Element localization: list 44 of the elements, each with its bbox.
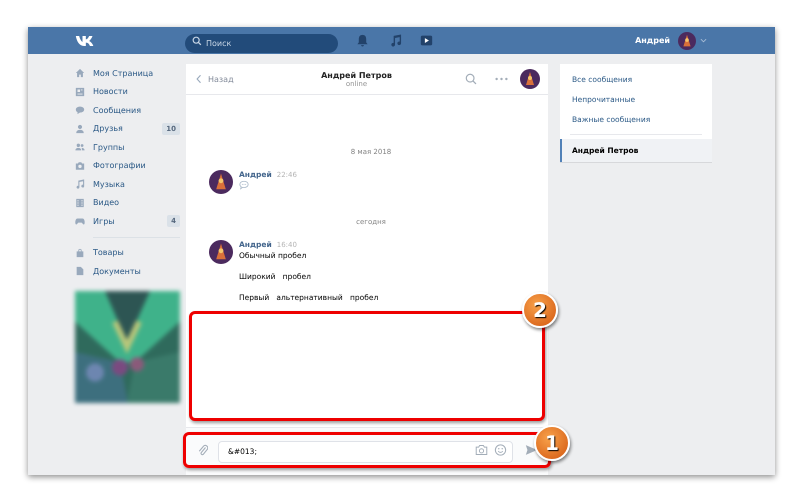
avatar bbox=[209, 240, 233, 264]
sidebar-item[interactable]: Моя Страница bbox=[75, 64, 180, 82]
gamepad-icon bbox=[75, 216, 85, 226]
video-icon bbox=[75, 198, 85, 208]
search-icon[interactable] bbox=[465, 73, 477, 85]
news-icon bbox=[75, 86, 85, 97]
camera-icon[interactable] bbox=[475, 444, 488, 456]
avatar bbox=[209, 170, 233, 194]
bell-icon[interactable] bbox=[356, 34, 369, 47]
more-icon[interactable] bbox=[495, 77, 508, 81]
back-link[interactable]: Назад bbox=[196, 74, 296, 84]
smiley-icon[interactable] bbox=[494, 444, 507, 456]
step-number: 1 bbox=[534, 425, 570, 461]
sidebar-item[interactable]: Товары bbox=[75, 244, 180, 262]
sidebar-item[interactable]: Видео bbox=[75, 194, 180, 212]
step-number: 2 bbox=[522, 292, 558, 328]
search-field[interactable]: Поиск bbox=[185, 34, 338, 53]
back-icon bbox=[196, 74, 202, 84]
chat-title: Андрей Петров bbox=[321, 70, 392, 80]
music-icon[interactable] bbox=[389, 34, 402, 47]
sidebar-item[interactable]: Музыка bbox=[75, 175, 180, 194]
sidebar-item[interactable]: Новости bbox=[75, 82, 180, 101]
sidebar-item[interactable]: Сообщения bbox=[75, 101, 180, 120]
music-icon bbox=[75, 179, 85, 190]
caret-icon[interactable] bbox=[700, 38, 707, 43]
home-icon bbox=[75, 68, 85, 78]
messages-icon bbox=[75, 105, 85, 116]
user-name[interactable]: Андрей bbox=[635, 36, 670, 45]
avatar[interactable] bbox=[520, 69, 540, 89]
paperclip-icon[interactable] bbox=[198, 443, 208, 457]
friend-icon bbox=[75, 124, 85, 134]
sidebar-item[interactable]: Группы bbox=[75, 138, 180, 156]
sidebar-item[interactable]: Документы bbox=[75, 262, 180, 280]
search-icon bbox=[192, 36, 202, 46]
doc-icon bbox=[75, 266, 85, 276]
sidebar-item[interactable]: Фотографии bbox=[75, 156, 180, 175]
camera-icon bbox=[75, 160, 85, 171]
avatar[interactable] bbox=[678, 32, 696, 50]
speech-bubble-icon bbox=[239, 180, 249, 190]
bag-icon bbox=[75, 248, 85, 258]
play-icon[interactable] bbox=[420, 34, 433, 47]
send-icon[interactable] bbox=[525, 444, 538, 456]
logo-icon[interactable] bbox=[75, 34, 95, 46]
groups-icon bbox=[75, 142, 85, 152]
